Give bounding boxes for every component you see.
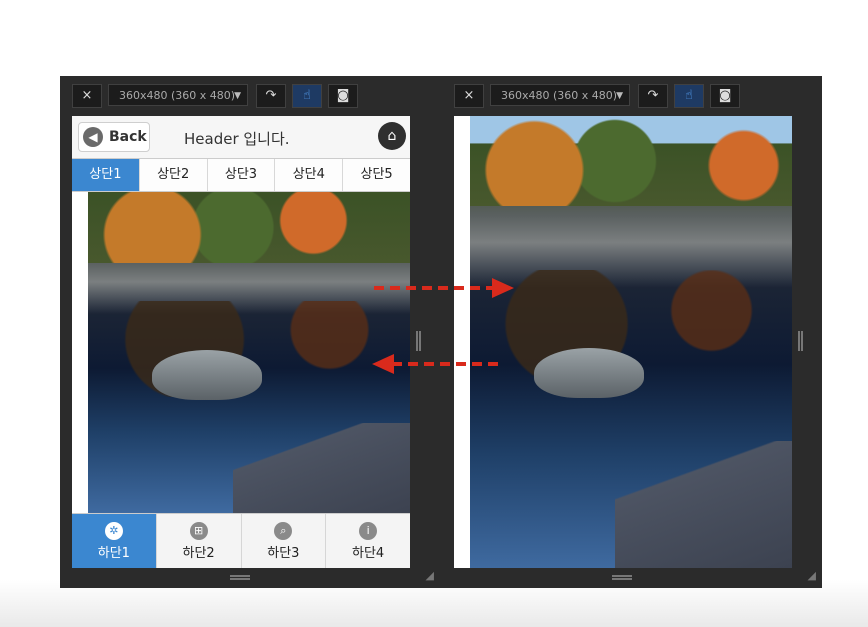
transition-arrows — [372, 278, 514, 374]
arrow-left-icon — [372, 354, 502, 374]
arrow-right-icon — [374, 278, 514, 298]
